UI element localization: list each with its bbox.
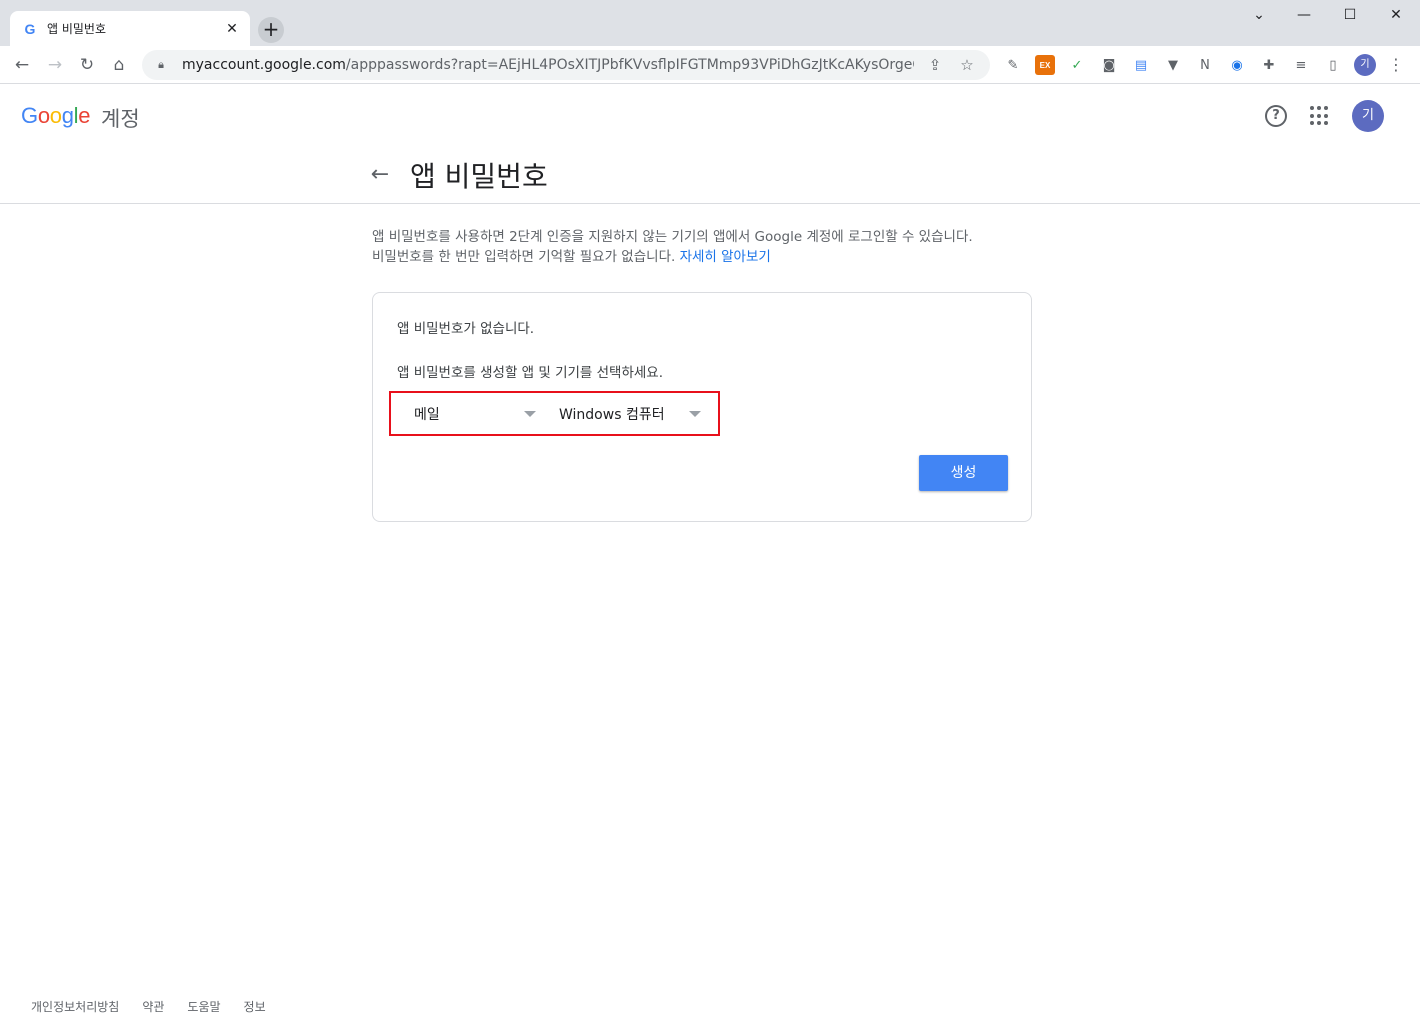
- record-extension-icon[interactable]: ◉: [1227, 55, 1247, 75]
- minimize-window-button[interactable]: —: [1281, 0, 1327, 30]
- media-control-icon[interactable]: ≡: [1291, 55, 1311, 75]
- instruction-text: 앱 비밀번호를 생성할 앱 및 기기를 선택하세요.: [397, 365, 664, 381]
- forward-icon[interactable]: →: [41, 51, 69, 79]
- vue-extension-icon[interactable]: ▼: [1163, 55, 1183, 75]
- new-tab-button[interactable]: +: [258, 17, 284, 43]
- footer-link-privacy[interactable]: 개인정보처리방침: [31, 998, 119, 1015]
- help-icon[interactable]: ?: [1265, 105, 1287, 127]
- footer-link-terms[interactable]: 약관: [142, 998, 164, 1015]
- shield-extension-icon[interactable]: ✓: [1067, 55, 1087, 75]
- eyedropper-icon[interactable]: ✎: [1003, 55, 1023, 75]
- page-title-row: ← 앱 비밀번호: [0, 149, 1420, 204]
- close-window-button[interactable]: ✕: [1373, 0, 1419, 30]
- side-panel-icon[interactable]: ▯: [1323, 55, 1343, 75]
- logo-suffix: 계정: [101, 107, 140, 131]
- logo-letter: G: [21, 103, 38, 128]
- browser-toolbar: ← → ↻ ⌂ 🔒︎ myaccount.google.com/apppassw…: [0, 46, 1420, 84]
- lock-icon: 🔒︎: [158, 58, 164, 71]
- footer-link-about[interactable]: 정보: [244, 998, 266, 1015]
- back-arrow-icon[interactable]: ←: [368, 163, 392, 187]
- empty-message: 앱 비밀번호가 없습니다.: [397, 321, 535, 337]
- home-icon[interactable]: ⌂: [105, 51, 133, 79]
- keyboard-extension-icon[interactable]: ▤: [1131, 55, 1151, 75]
- description-line-2-text: 비밀번호를 한 번만 입력하면 기억할 필요가 없습니다.: [372, 249, 676, 265]
- description-line-1: 앱 비밀번호를 사용하면 2단계 인증을 지원하지 않는 기기의 앱에서 Goo…: [372, 229, 973, 245]
- ex-extension-icon[interactable]: EX: [1035, 55, 1055, 75]
- back-icon[interactable]: ←: [8, 51, 36, 79]
- page-description: 앱 비밀번호를 사용하면 2단계 인증을 지원하지 않는 기기의 앱에서 Goo…: [372, 227, 1052, 267]
- logo-letter: g: [61, 103, 74, 128]
- url-path: /apppasswords?rapt=AEjHL4POsXITJPbfKVvsf…: [345, 57, 914, 73]
- url-host: myaccount.google.com: [182, 57, 346, 73]
- camera-icon[interactable]: ◙: [1099, 55, 1119, 75]
- browser-tab[interactable]: G 앱 비밀번호 ✕: [10, 11, 250, 46]
- tab-title: 앱 비밀번호: [47, 22, 107, 36]
- close-tab-icon[interactable]: ✕: [224, 21, 240, 37]
- puzzle-icon[interactable]: ✚: [1259, 55, 1279, 75]
- browser-profile-avatar[interactable]: 기: [1354, 54, 1376, 76]
- description-line-2: 비밀번호를 한 번만 입력하면 기억할 필요가 없습니다. 자세히 알아보기: [372, 247, 1052, 267]
- logo-letter: o: [49, 103, 62, 128]
- account-avatar[interactable]: 기: [1352, 100, 1384, 132]
- reload-icon[interactable]: ↻: [73, 51, 101, 79]
- page-title: 앱 비밀번호: [410, 160, 548, 193]
- google-logo[interactable]: Google: [21, 103, 90, 129]
- apps-grid-icon[interactable]: [1310, 106, 1330, 126]
- app-passwords-card: 앱 비밀번호가 없습니다. 앱 비밀번호를 생성할 앱 및 기기를 선택하세요.…: [372, 292, 1032, 522]
- highlight-box: [389, 391, 720, 436]
- footer-link-help[interactable]: 도움말: [187, 998, 220, 1015]
- generate-button[interactable]: 생성: [919, 455, 1008, 491]
- footer-links: 개인정보처리방침 약관 도움말 정보: [31, 998, 289, 1015]
- address-bar[interactable]: 🔒︎ myaccount.google.com/apppasswords?rap…: [142, 50, 990, 80]
- tab-search-icon[interactable]: ⌄: [1236, 0, 1282, 30]
- notion-extension-icon[interactable]: N: [1195, 55, 1215, 75]
- browser-menu-icon[interactable]: ⋮: [1386, 55, 1406, 75]
- share-icon[interactable]: ⇪: [924, 54, 946, 76]
- learn-more-link[interactable]: 자세히 알아보기: [680, 249, 771, 265]
- maximize-window-button[interactable]: ☐: [1327, 0, 1373, 30]
- google-favicon-icon: G: [24, 20, 36, 37]
- url-text[interactable]: myaccount.google.com/apppasswords?rapt=A…: [182, 57, 914, 73]
- logo-letter: e: [78, 103, 91, 128]
- logo-letter: o: [37, 103, 50, 128]
- browser-tabstrip: G 앱 비밀번호 ✕ + ⌄ — ☐ ✕: [0, 0, 1420, 46]
- bookmark-star-icon[interactable]: ☆: [956, 54, 978, 76]
- account-header: Google 계정 ? 기: [0, 85, 1420, 149]
